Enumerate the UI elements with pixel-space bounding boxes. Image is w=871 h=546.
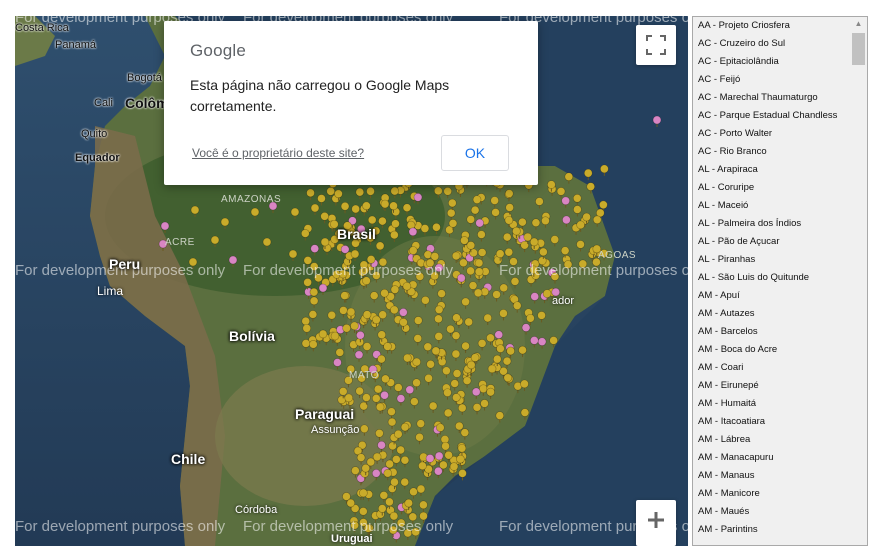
label-cali: Cali <box>94 97 113 109</box>
station-list-item[interactable]: AM - Coari <box>693 359 851 377</box>
station-list-item[interactable]: AC - Cruzeiro do Sul <box>693 35 851 53</box>
zoom-in-button[interactable] <box>636 500 676 546</box>
dev-watermark: For development purposes only <box>499 262 688 279</box>
plus-icon <box>648 512 664 528</box>
label-bogota: Bogotá <box>127 72 162 84</box>
station-list-item[interactable]: AL - Palmeira dos Índios <box>693 215 851 233</box>
label-acre: ACRE <box>165 237 195 248</box>
label-cordoba: Córdoba <box>235 504 278 516</box>
station-list-item[interactable]: AL - Maceió <box>693 197 851 215</box>
label-colombia: Colôm <box>125 95 169 111</box>
station-list-item[interactable]: AL - Pão de Açucar <box>693 233 851 251</box>
station-list-item[interactable]: AM - Eirunepé <box>693 377 851 395</box>
station-list-item[interactable]: AM - Humaitá <box>693 395 851 413</box>
station-list-item[interactable]: AL - Arapiraca <box>693 161 851 179</box>
label-paraguai: Paraguai <box>295 406 355 422</box>
label-costa-rica: Costa Rica <box>15 22 69 34</box>
google-logo: Google <box>190 41 247 60</box>
label-quito: Quito <box>81 128 108 140</box>
label-chile: Chile <box>171 451 206 467</box>
station-list-items: AA - Projeto Criosfera AC - Cruzeiro do S… <box>693 17 851 539</box>
station-list-item[interactable]: AA - Projeto Criosfera <box>693 17 851 35</box>
station-list-item[interactable]: AM - Barcelos <box>693 323 851 341</box>
station-list-item[interactable]: AL - Coruripe <box>693 179 851 197</box>
label-bolivia: Bolívia <box>229 328 275 344</box>
scrollbar[interactable]: ▲ <box>850 17 867 545</box>
label-alagoas: AGOAS <box>598 250 637 261</box>
station-list-item[interactable]: AC - Feijó <box>693 71 851 89</box>
station-list-item[interactable]: AL - São Luis do Quitunde <box>693 269 851 287</box>
station-list-item[interactable]: AL - Piranhas <box>693 251 851 269</box>
map-error-dialog: Google Esta página não carregou o Google… <box>164 21 538 185</box>
label-uruguai: Uruguai <box>331 533 373 545</box>
station-list-item[interactable]: AM - Apuí <box>693 287 851 305</box>
label-equador: Equador <box>75 152 120 164</box>
dev-watermark: For development purposes only <box>15 518 226 535</box>
station-list-item[interactable]: AM - Manaus <box>693 467 851 485</box>
error-message: Esta página não carregou o Google Maps c… <box>190 77 450 114</box>
station-list-item[interactable]: AC - Porto Walter <box>693 125 851 143</box>
label-peru: Peru <box>109 256 141 272</box>
station-list-item[interactable]: AC - Parque Estadual Chandless <box>693 107 851 125</box>
scroll-up-icon[interactable]: ▲ <box>850 17 867 31</box>
fullscreen-icon <box>646 35 666 55</box>
station-list-item[interactable]: AM - Maués <box>693 503 851 521</box>
station-list-item[interactable]: AC - Epitaciolândia <box>693 53 851 71</box>
station-list-item[interactable]: AM - Manacapuru <box>693 449 851 467</box>
label-brasil: Brasil <box>337 226 376 242</box>
station-list-item[interactable]: AM - Lábrea <box>693 431 851 449</box>
station-list-item[interactable]: AM - Parintins <box>693 521 851 539</box>
label-panama: Panamá <box>55 39 96 51</box>
owner-link[interactable]: Você é o proprietário deste site? <box>192 146 364 160</box>
label-assuncao: Assunção <box>311 424 360 436</box>
map-area[interactable]: For development purposes only For develo… <box>15 16 688 546</box>
scroll-thumb[interactable] <box>852 33 865 65</box>
station-list-item[interactable]: AC - Rio Branco <box>693 143 851 161</box>
dev-watermark: For development purposes only <box>243 262 454 279</box>
station-list-item[interactable]: AM - Manicore <box>693 485 851 503</box>
label-mato-grosso: MATO <box>349 370 379 381</box>
label-amazonas: AMAZONAS <box>221 194 282 205</box>
fullscreen-button[interactable] <box>636 25 676 65</box>
ok-button[interactable]: OK <box>441 135 509 171</box>
label-salvador: ador <box>552 295 575 307</box>
station-list-item[interactable]: AM - Boca do Acre <box>693 341 851 359</box>
station-list[interactable]: AA - Projeto Criosfera AC - Cruzeiro do S… <box>692 16 868 546</box>
station-list-item[interactable]: AM - Itacoatiara <box>693 413 851 431</box>
station-list-item[interactable]: AC - Marechal Thaumaturgo <box>693 89 851 107</box>
label-lima: Lima <box>97 284 124 298</box>
station-list-item[interactable]: AM - Autazes <box>693 305 851 323</box>
